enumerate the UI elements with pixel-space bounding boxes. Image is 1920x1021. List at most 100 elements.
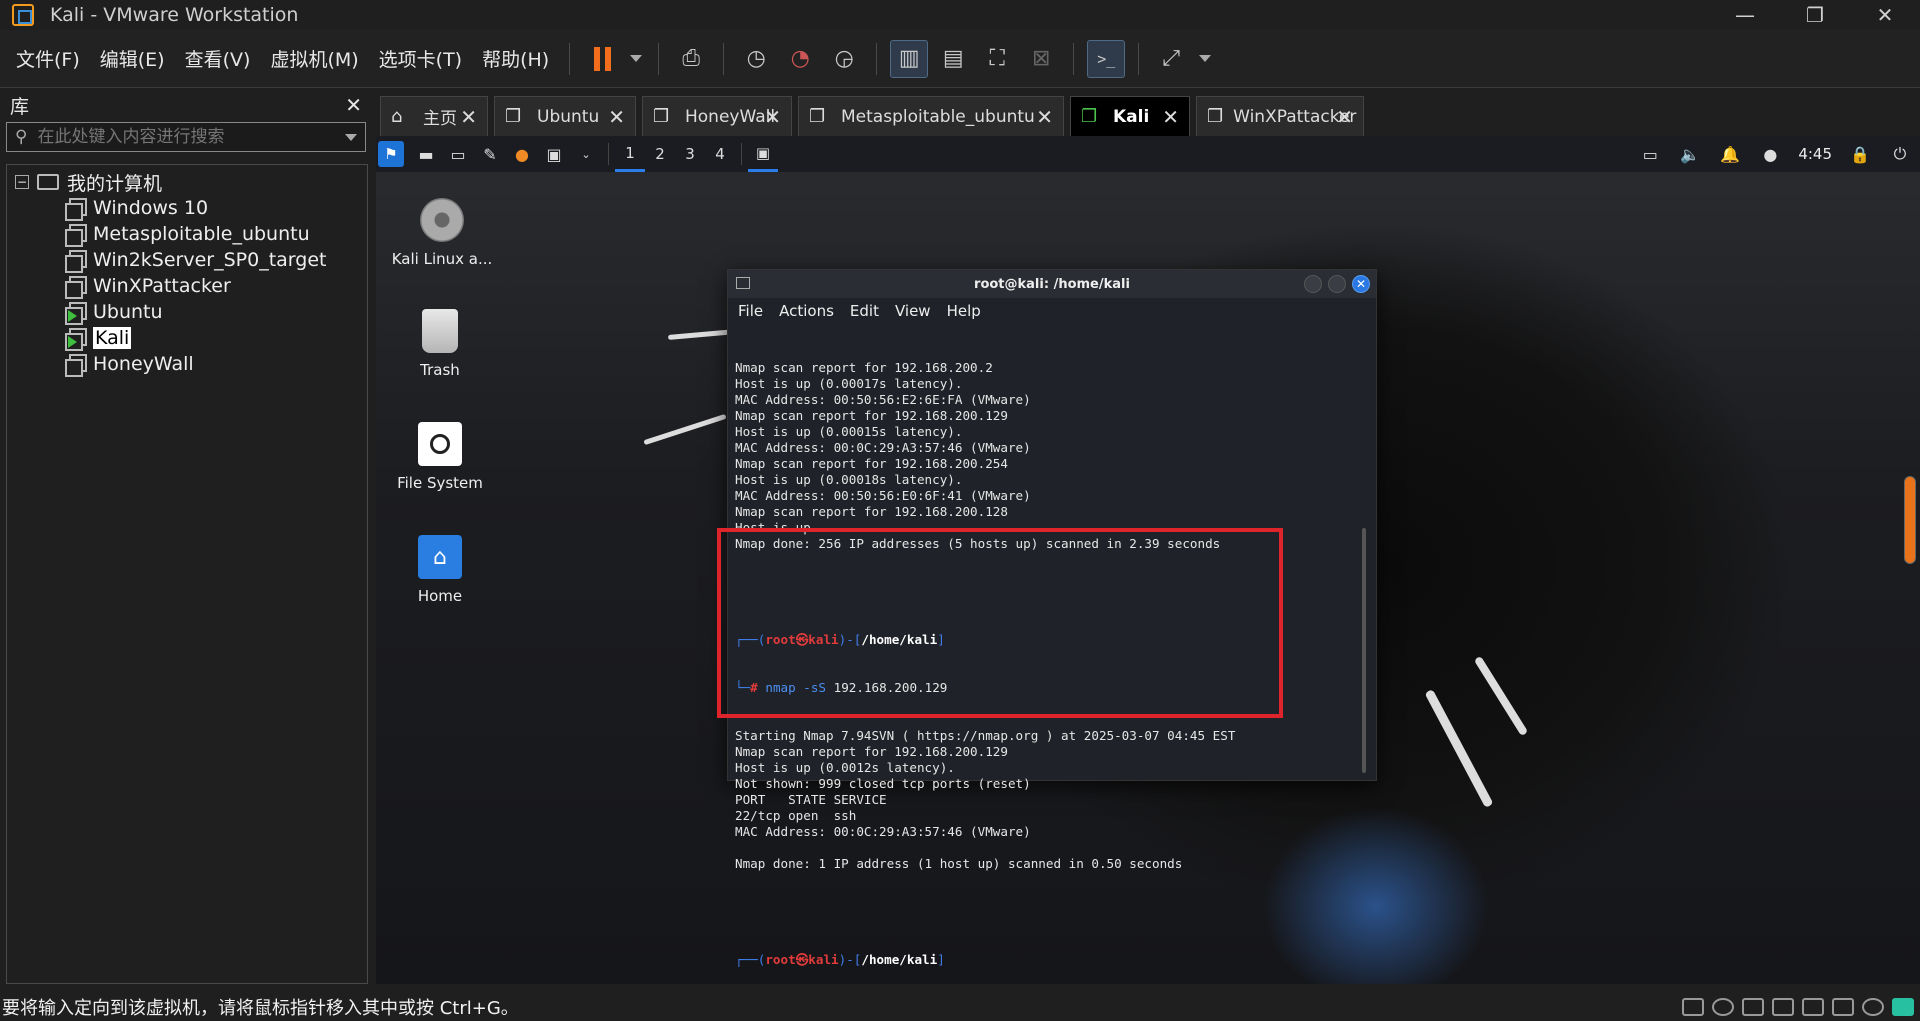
desktop-icon-trash[interactable]: Trash <box>380 309 500 379</box>
tab-close-icon[interactable]: ✕ <box>460 105 477 129</box>
terminal-launcher-icon[interactable]: ▣ <box>542 142 566 166</box>
terminal-menu-edit[interactable]: Edit <box>850 302 879 320</box>
vm-icon <box>65 354 87 377</box>
console-icon: >_ <box>1097 49 1116 68</box>
terminal-menu-file[interactable]: File <box>738 302 763 320</box>
tab-label: 主页 <box>423 109 457 129</box>
tab-winxpattacker[interactable]: ❐ WinXPattacker ✕ <box>1196 96 1364 136</box>
toolbar-separator <box>569 42 571 75</box>
stretch-dropdown-arrow[interactable] <box>1199 55 1212 62</box>
tree-vm-item[interactable]: HoneyWall <box>7 351 367 377</box>
send-ctrl-alt-del-button[interactable]: ⎙ <box>672 40 710 78</box>
workspace-4[interactable]: 4 <box>705 136 735 172</box>
vm-vertical-scrollbar[interactable] <box>1904 476 1916 564</box>
printer-icon[interactable] <box>1802 997 1824 1016</box>
menu-help[interactable]: 帮助(H) <box>472 45 559 72</box>
desktop-icon-file-system[interactable]: File System <box>380 422 500 492</box>
close-library-icon[interactable]: ✕ <box>345 93 362 117</box>
usb-icon[interactable] <box>1772 997 1794 1016</box>
console-view-button[interactable]: >_ <box>1087 39 1126 78</box>
hard-disk-icon[interactable] <box>1682 997 1704 1016</box>
tab-metasploitable-ubuntu[interactable]: ❐ Metasploitable_ubuntu ✕ <box>798 96 1064 136</box>
kali-menu-icon[interactable]: ⚑ <box>378 141 404 167</box>
close-window-button[interactable]: ✕ <box>1850 0 1920 30</box>
tree-vm-item[interactable]: Ubuntu <box>7 299 367 325</box>
taskbar-terminal-window[interactable]: ▣ <box>748 136 778 172</box>
fullscreen-button[interactable]: ⛶ <box>978 40 1016 78</box>
terminal-minimize-button[interactable] <box>1304 275 1322 293</box>
tab-close-icon[interactable]: ✕ <box>1036 105 1053 129</box>
maximize-button[interactable]: ❐ <box>1780 0 1850 30</box>
show-library-button[interactable]: ▥ <box>890 39 929 78</box>
show-desktop-icon[interactable]: ▬ <box>414 142 438 166</box>
workspace-1[interactable]: 1 <box>615 136 645 172</box>
terminal-menu-view[interactable]: View <box>895 302 931 320</box>
volume-icon[interactable]: 🔈 <box>1678 142 1702 166</box>
terminal-window[interactable]: root@kali: /home/kali ✕ File Actions Edi… <box>727 269 1377 967</box>
menu-file[interactable]: 文件(F) <box>6 45 90 72</box>
thumbnail-bar-icon: ▤ <box>942 46 964 71</box>
tab-close-icon[interactable]: ✕ <box>608 105 625 129</box>
terminal-menu-help[interactable]: Help <box>947 302 981 320</box>
stretch-guest-button[interactable]: ⤢ <box>1152 40 1190 78</box>
tab-kali[interactable]: ❐ Kali ✕ <box>1070 96 1190 136</box>
tab--[interactable]: ⌂ 主页 ✕ <box>380 96 488 136</box>
firefox-icon[interactable]: ● <box>510 142 534 166</box>
tab-close-icon[interactable]: ✕ <box>764 105 781 129</box>
power-dropdown-arrow[interactable] <box>630 55 643 62</box>
unity-button[interactable]: ⊠ <box>1022 40 1060 78</box>
desktop-icon-home[interactable]: ⌂ Home <box>380 535 500 605</box>
logout-icon[interactable]: ⏻ <box>1888 142 1912 166</box>
snapshot-button[interactable]: ◷ <box>737 40 775 78</box>
sound-card-icon[interactable] <box>1832 997 1854 1016</box>
library-search-input[interactable] <box>37 127 345 147</box>
menu-edit[interactable]: 编辑(E) <box>90 45 175 72</box>
terminal-titlebar[interactable]: root@kali: /home/kali ✕ <box>728 270 1376 298</box>
file-manager-icon[interactable]: ▭ <box>446 142 470 166</box>
pause-vm-button[interactable] <box>583 40 621 78</box>
menu-vm[interactable]: 虚拟机(M) <box>260 45 368 72</box>
launcher-dropdown-icon[interactable]: ⌄ <box>574 142 598 166</box>
power-status-icon[interactable]: ● <box>1758 142 1782 166</box>
tab-ubuntu[interactable]: ❐ Ubuntu ✕ <box>494 96 636 136</box>
collapse-toggle-icon[interactable]: − <box>15 175 29 189</box>
display-icon[interactable]: ▭ <box>1638 142 1662 166</box>
tree-vm-item[interactable]: Kali <box>7 325 367 351</box>
tree-vm-item[interactable]: Win2kServer_SP0_target <box>7 247 367 273</box>
text-editor-icon[interactable]: ✎ <box>478 142 502 166</box>
terminal-window-controls: ✕ <box>1304 275 1370 293</box>
tree-vm-item[interactable]: WinXPattacker <box>7 273 367 299</box>
tree-vm-item[interactable]: Windows 10 <box>7 195 367 221</box>
terminal-scrollbar[interactable] <box>1362 528 1366 773</box>
terminal-output[interactable]: Nmap scan report for 192.168.200.2 Host i… <box>735 328 1355 984</box>
terminal-close-button[interactable]: ✕ <box>1352 275 1370 293</box>
revert-snapshot-button[interactable]: ◔ <box>781 40 819 78</box>
minimize-button[interactable]: — <box>1710 0 1780 30</box>
show-thumbnail-bar-button[interactable]: ▤ <box>934 40 972 78</box>
panel-separator <box>608 143 609 165</box>
workspace-2[interactable]: 2 <box>645 136 675 172</box>
window-controls: — ❐ ✕ <box>1710 0 1920 30</box>
terminal-menu-actions[interactable]: Actions <box>779 302 834 320</box>
terminal-maximize-button[interactable] <box>1328 275 1346 293</box>
tree-root-my-computer[interactable]: − 我的计算机 <box>7 169 367 195</box>
panel-clock[interactable]: 4:45 <box>1798 145 1832 163</box>
display-status-icon[interactable] <box>1862 997 1884 1016</box>
lock-screen-icon[interactable]: 🔒 <box>1848 142 1872 166</box>
message-log-icon[interactable] <box>1892 997 1914 1016</box>
desktop-icon-kali-disc[interactable]: Kali Linux a... <box>382 198 502 268</box>
menu-view[interactable]: 查看(V) <box>175 45 261 72</box>
cdrom-status-icon[interactable] <box>1712 997 1734 1016</box>
menu-tabs[interactable]: 选项卡(T) <box>369 45 472 72</box>
notification-bell-icon[interactable]: 🔔 <box>1718 142 1742 166</box>
tab-label: Ubuntu <box>537 106 600 127</box>
snapshot-manager-button[interactable]: ◶ <box>825 40 863 78</box>
workspace-3[interactable]: 3 <box>675 136 705 172</box>
tab-close-icon[interactable]: ✕ <box>1162 105 1179 129</box>
vm-display[interactable]: ⚑ ▬ ▭ ✎ ● ▣ ⌄ 1234 ▣ ▭ 🔈 🔔 ● 4:45 🔒 ⏻ Ka… <box>376 136 1920 984</box>
tab-honeywall[interactable]: ❐ HoneyWall ✕ <box>642 96 792 136</box>
tab-close-icon[interactable]: ✕ <box>1336 105 1353 129</box>
network-adapter-icon[interactable] <box>1742 997 1764 1016</box>
search-dropdown-arrow[interactable] <box>345 133 357 141</box>
tree-vm-item[interactable]: Metasploitable_ubuntu <box>7 221 367 247</box>
